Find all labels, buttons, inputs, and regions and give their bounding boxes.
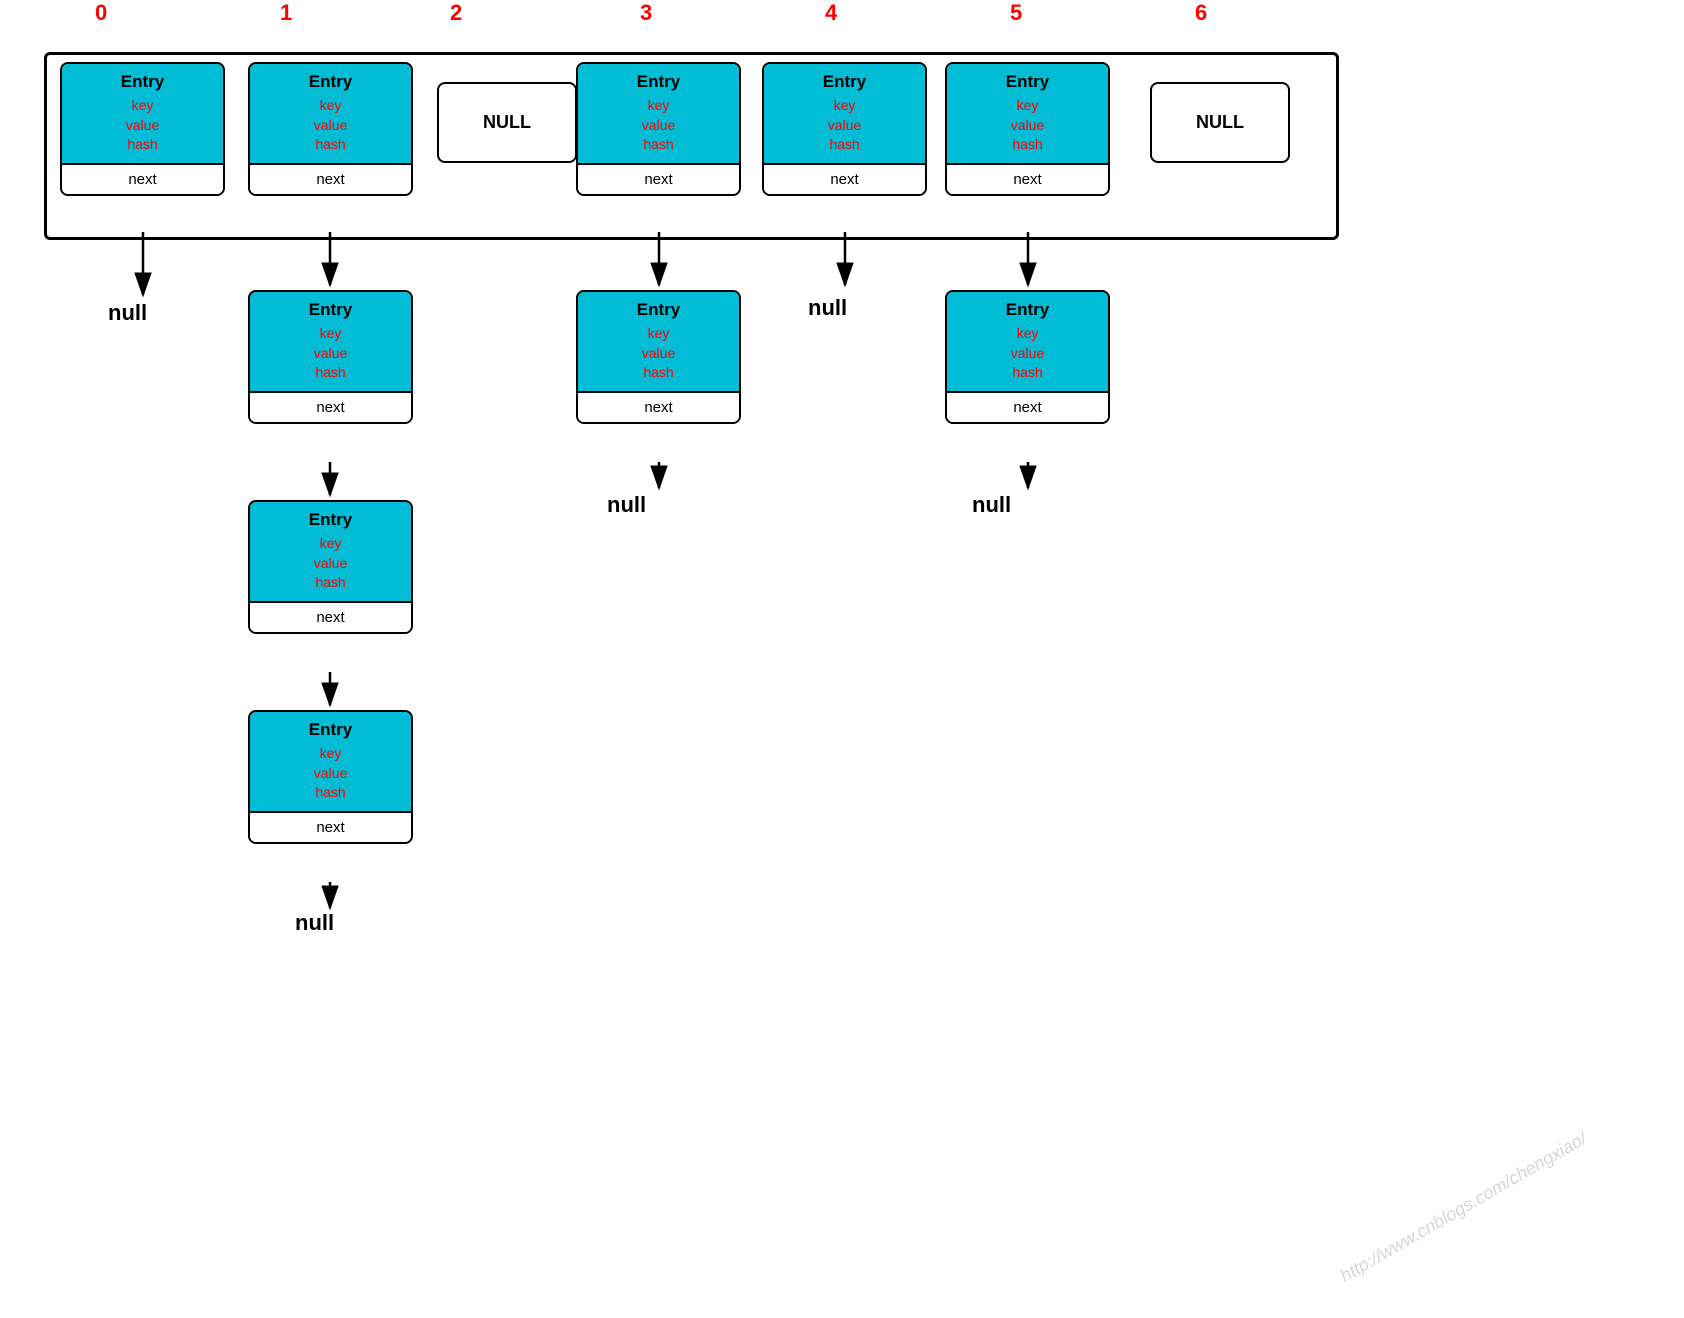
entry-next-0: next xyxy=(62,163,223,194)
entry-hash-4: hash xyxy=(768,135,921,155)
entry-key-3: key xyxy=(582,96,735,116)
chain-1-entry-2: Entry key value hash next xyxy=(248,500,413,634)
array-entry-4: Entry key value hash next xyxy=(762,62,927,196)
entry-value-5: value xyxy=(951,116,1104,136)
chain-1-entry-3: Entry key value hash next xyxy=(248,710,413,844)
chain-3-key-1: key xyxy=(582,324,735,344)
entry-top-5: Entry key value hash xyxy=(947,64,1108,163)
chain-1-key-1: key xyxy=(254,324,407,344)
index-6: 6 xyxy=(1195,0,1207,26)
chain-3-next-1: next xyxy=(578,391,739,422)
array-entry-0: Entry key value hash next xyxy=(60,62,225,196)
chain-1-value-3: value xyxy=(254,764,407,784)
chain-1-title-1: Entry xyxy=(254,300,407,320)
entry-value-1: value xyxy=(254,116,407,136)
chain-1-top-3: Entry key value hash xyxy=(250,712,411,811)
entry-title-5: Entry xyxy=(951,72,1104,92)
chain-3-title-1: Entry xyxy=(582,300,735,320)
chain-1-next-3: next xyxy=(250,811,411,842)
null-chain-1: null xyxy=(295,910,334,936)
chain-5-value-1: value xyxy=(951,344,1104,364)
chain-3-top-1: Entry key value hash xyxy=(578,292,739,391)
chain-1-key-3: key xyxy=(254,744,407,764)
entry-title-4: Entry xyxy=(768,72,921,92)
index-1: 1 xyxy=(280,0,292,26)
array-entry-5: Entry key value hash next xyxy=(945,62,1110,196)
watermark: http://www.cnblogs.com/chengxiao/ xyxy=(1336,1128,1590,1287)
entry-top-0: Entry key value hash xyxy=(62,64,223,163)
entry-value-0: value xyxy=(66,116,219,136)
chain-5-title-1: Entry xyxy=(951,300,1104,320)
chain-5-entry-1: Entry key value hash next xyxy=(945,290,1110,424)
chain-1-value-1: value xyxy=(254,344,407,364)
chain-1-title-3: Entry xyxy=(254,720,407,740)
chain-3-value-1: value xyxy=(582,344,735,364)
array-entry-3: Entry key value hash next xyxy=(576,62,741,196)
array-null-6: NULL xyxy=(1150,82,1290,163)
null-chain-5: null xyxy=(972,492,1011,518)
chain-1-value-2: value xyxy=(254,554,407,574)
entry-key-5: key xyxy=(951,96,1104,116)
chain-1-hash-2: hash xyxy=(254,573,407,593)
chain-1-title-2: Entry xyxy=(254,510,407,530)
chain-5-hash-1: hash xyxy=(951,363,1104,383)
chain-3-hash-1: hash xyxy=(582,363,735,383)
entry-top-4: Entry key value hash xyxy=(764,64,925,163)
entry-next-1: next xyxy=(250,163,411,194)
array-null-2: NULL xyxy=(437,82,577,163)
entry-top-3: Entry key value hash xyxy=(578,64,739,163)
entry-title-3: Entry xyxy=(582,72,735,92)
entry-value-4: value xyxy=(768,116,921,136)
chain-1-top-1: Entry key value hash xyxy=(250,292,411,391)
entry-value-3: value xyxy=(582,116,735,136)
entry-key-1: key xyxy=(254,96,407,116)
entry-hash-5: hash xyxy=(951,135,1104,155)
chain-3-entry-1: Entry key value hash next xyxy=(576,290,741,424)
entry-title-0: Entry xyxy=(66,72,219,92)
chain-1-hash-3: hash xyxy=(254,783,407,803)
entry-next-5: next xyxy=(947,163,1108,194)
entry-hash-0: hash xyxy=(66,135,219,155)
chain-5-next-1: next xyxy=(947,391,1108,422)
null-0: null xyxy=(108,300,147,326)
entry-key-4: key xyxy=(768,96,921,116)
chain-1-hash-1: hash xyxy=(254,363,407,383)
null-4: null xyxy=(808,295,847,321)
chain-5-key-1: key xyxy=(951,324,1104,344)
entry-hash-1: hash xyxy=(254,135,407,155)
index-0: 0 xyxy=(95,0,107,26)
entry-next-3: next xyxy=(578,163,739,194)
entry-key-0: key xyxy=(66,96,219,116)
chain-5-top-1: Entry key value hash xyxy=(947,292,1108,391)
entry-title-1: Entry xyxy=(254,72,407,92)
chain-1-next-2: next xyxy=(250,601,411,632)
index-2: 2 xyxy=(450,0,462,26)
array-entry-1: Entry key value hash next xyxy=(248,62,413,196)
chain-1-next-1: next xyxy=(250,391,411,422)
chain-1-top-2: Entry key value hash xyxy=(250,502,411,601)
entry-next-4: next xyxy=(764,163,925,194)
index-5: 5 xyxy=(1010,0,1022,26)
chain-1-key-2: key xyxy=(254,534,407,554)
null-chain-3: null xyxy=(607,492,646,518)
entry-hash-3: hash xyxy=(582,135,735,155)
entry-top-1: Entry key value hash xyxy=(250,64,411,163)
index-3: 3 xyxy=(640,0,652,26)
chain-1-entry-1: Entry key value hash next xyxy=(248,290,413,424)
index-4: 4 xyxy=(825,0,837,26)
